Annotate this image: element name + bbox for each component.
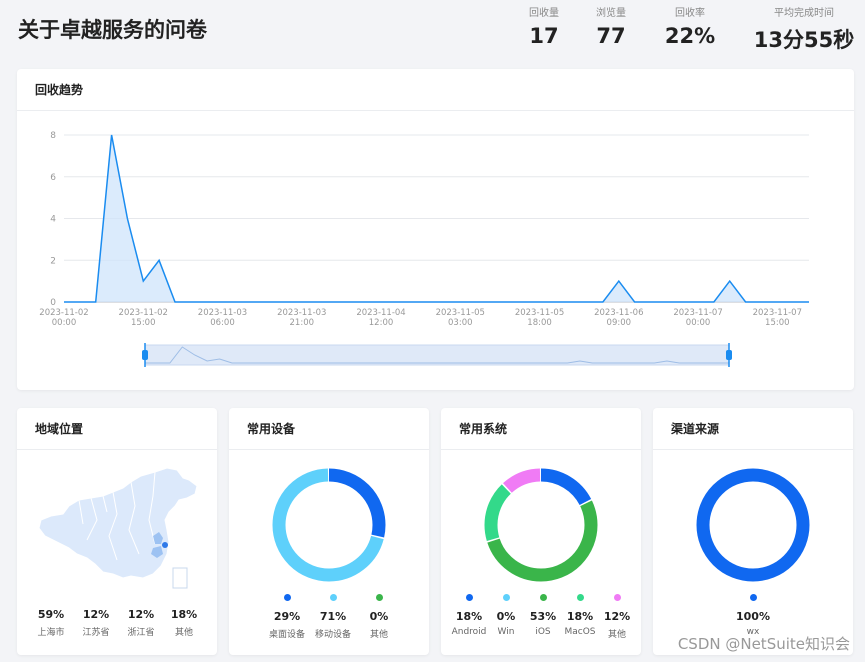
trend-card: 回收趋势 0 2 4 6 8 2023-11-02 00:00 2023-11-02 15:00… bbox=[17, 69, 854, 390]
legend-dot-icon bbox=[613, 594, 621, 601]
x-tick-label: 2023-11-07 bbox=[673, 308, 722, 318]
region-card-title: 地域位置 bbox=[17, 408, 217, 450]
stat-views: 浏览量 77 bbox=[581, 4, 641, 48]
legend-dot-icon bbox=[375, 594, 383, 601]
x-tick-label: 12:00 bbox=[369, 318, 394, 328]
channel-donut-chart bbox=[696, 468, 810, 582]
device-donut-chart bbox=[272, 468, 386, 582]
stat-label: 回收率 bbox=[675, 8, 705, 19]
legend-dot-icon bbox=[576, 594, 584, 601]
x-tick-label: 15:00 bbox=[765, 318, 790, 328]
os-card-title: 常用系统 bbox=[441, 408, 641, 450]
y-tick-label: 2 bbox=[50, 256, 56, 266]
stat-label: 回收量 bbox=[529, 8, 559, 19]
zoom-handle-grip bbox=[726, 350, 732, 360]
device-legend-item[interactable]: 0% 其他 bbox=[349, 594, 409, 640]
region-legend-pct: 18% bbox=[170, 608, 198, 621]
device-legend-name: 其他 bbox=[369, 630, 388, 640]
x-tick-label: 06:00 bbox=[210, 318, 235, 328]
region-card: 地域位置 59% 上海市 12% 江苏省 12% 浙江省 18% 其他 bbox=[17, 408, 217, 655]
china-map bbox=[38, 467, 198, 589]
device-legend-pct: 0% bbox=[369, 610, 389, 623]
y-tick-label: 0 bbox=[50, 298, 56, 308]
device-card: 常用设备 29% 桌面设备 71% 移动设备 0% 其他 bbox=[229, 408, 429, 655]
x-tick-label: 09:00 bbox=[607, 318, 632, 328]
x-tick-label: 2023-11-06 bbox=[594, 308, 643, 318]
region-legend-name: 其他 bbox=[174, 628, 193, 638]
legend-dot-icon bbox=[465, 594, 473, 601]
stat-value: 13分55秒 bbox=[753, 28, 855, 52]
channel-card-title: 渠道来源 bbox=[653, 408, 853, 450]
x-tick-label: 2023-11-07 bbox=[753, 308, 802, 318]
os-legend-pct: 12% bbox=[603, 610, 631, 623]
zoom-handle-grip bbox=[142, 350, 148, 360]
channel-legend-pct: 100% bbox=[736, 610, 770, 623]
stat-label: 浏览量 bbox=[596, 8, 626, 19]
x-tick-label: 2023-11-05 bbox=[436, 308, 485, 318]
legend-dot-icon bbox=[329, 594, 337, 601]
trend-chart: 024682023-11-0200:002023-11-0215:002023-… bbox=[39, 131, 809, 367]
stat-value: 77 bbox=[596, 24, 626, 48]
legend-dot-icon bbox=[749, 594, 757, 601]
watermark: CSDN @NetSuite知识会 bbox=[677, 635, 850, 653]
x-tick-label: 21:00 bbox=[290, 318, 315, 328]
legend-dot-icon bbox=[283, 594, 291, 601]
x-tick-label: 2023-11-03 bbox=[277, 308, 326, 318]
x-tick-label: 2023-11-02 bbox=[39, 308, 88, 318]
stat-avg-time: 平均完成时间 13分55秒 bbox=[744, 4, 864, 54]
stat-response-rate: 回收率 22% bbox=[650, 4, 730, 48]
x-tick-label: 03:00 bbox=[448, 318, 473, 328]
legend-dot-icon bbox=[539, 594, 547, 601]
stat-value: 17 bbox=[529, 24, 559, 48]
y-tick-label: 4 bbox=[50, 215, 56, 225]
legend-dot-icon bbox=[502, 594, 510, 601]
y-tick-label: 6 bbox=[50, 173, 56, 183]
device-card-title: 常用设备 bbox=[229, 408, 429, 450]
stat-responses: 回收量 17 bbox=[514, 4, 574, 48]
os-legend-item[interactable]: 12% 其他 bbox=[587, 594, 647, 640]
x-tick-label: 2023-11-03 bbox=[198, 308, 247, 318]
x-tick-label: 15:00 bbox=[131, 318, 156, 328]
stat-label: 平均完成时间 bbox=[774, 8, 834, 19]
donut-slice-0 bbox=[696, 468, 810, 582]
x-tick-label: 18:00 bbox=[527, 318, 552, 328]
stat-value: 22% bbox=[664, 24, 716, 48]
china-map-shape bbox=[38, 467, 198, 579]
x-tick-label: 00:00 bbox=[686, 318, 711, 328]
china-map-south-sea-inset bbox=[172, 567, 188, 589]
zoom-slider-track bbox=[144, 344, 730, 366]
os-donut-chart bbox=[484, 468, 598, 582]
channel-legend-item[interactable]: 100% wx bbox=[723, 594, 783, 637]
region-legend-item: 18% 其他 bbox=[154, 608, 214, 638]
summary-stats: 回收量 17 浏览量 77 回收率 22% 平均完成时间 13分55秒 bbox=[0, 4, 865, 56]
x-tick-label: 00:00 bbox=[52, 318, 77, 328]
os-legend-name: 其他 bbox=[607, 630, 626, 640]
x-tick-label: 2023-11-05 bbox=[515, 308, 564, 318]
x-tick-label: 2023-11-02 bbox=[119, 308, 168, 318]
x-tick-label: 2023-11-04 bbox=[356, 308, 405, 318]
china-map-highlight-shanghai bbox=[162, 542, 168, 548]
os-card: 常用系统 18% Android 0% Win 53% iOS 18% MacOS 12% 其他 bbox=[441, 408, 641, 655]
y-tick-label: 8 bbox=[50, 131, 56, 141]
channel-card: 渠道来源 100% wx bbox=[653, 408, 853, 655]
